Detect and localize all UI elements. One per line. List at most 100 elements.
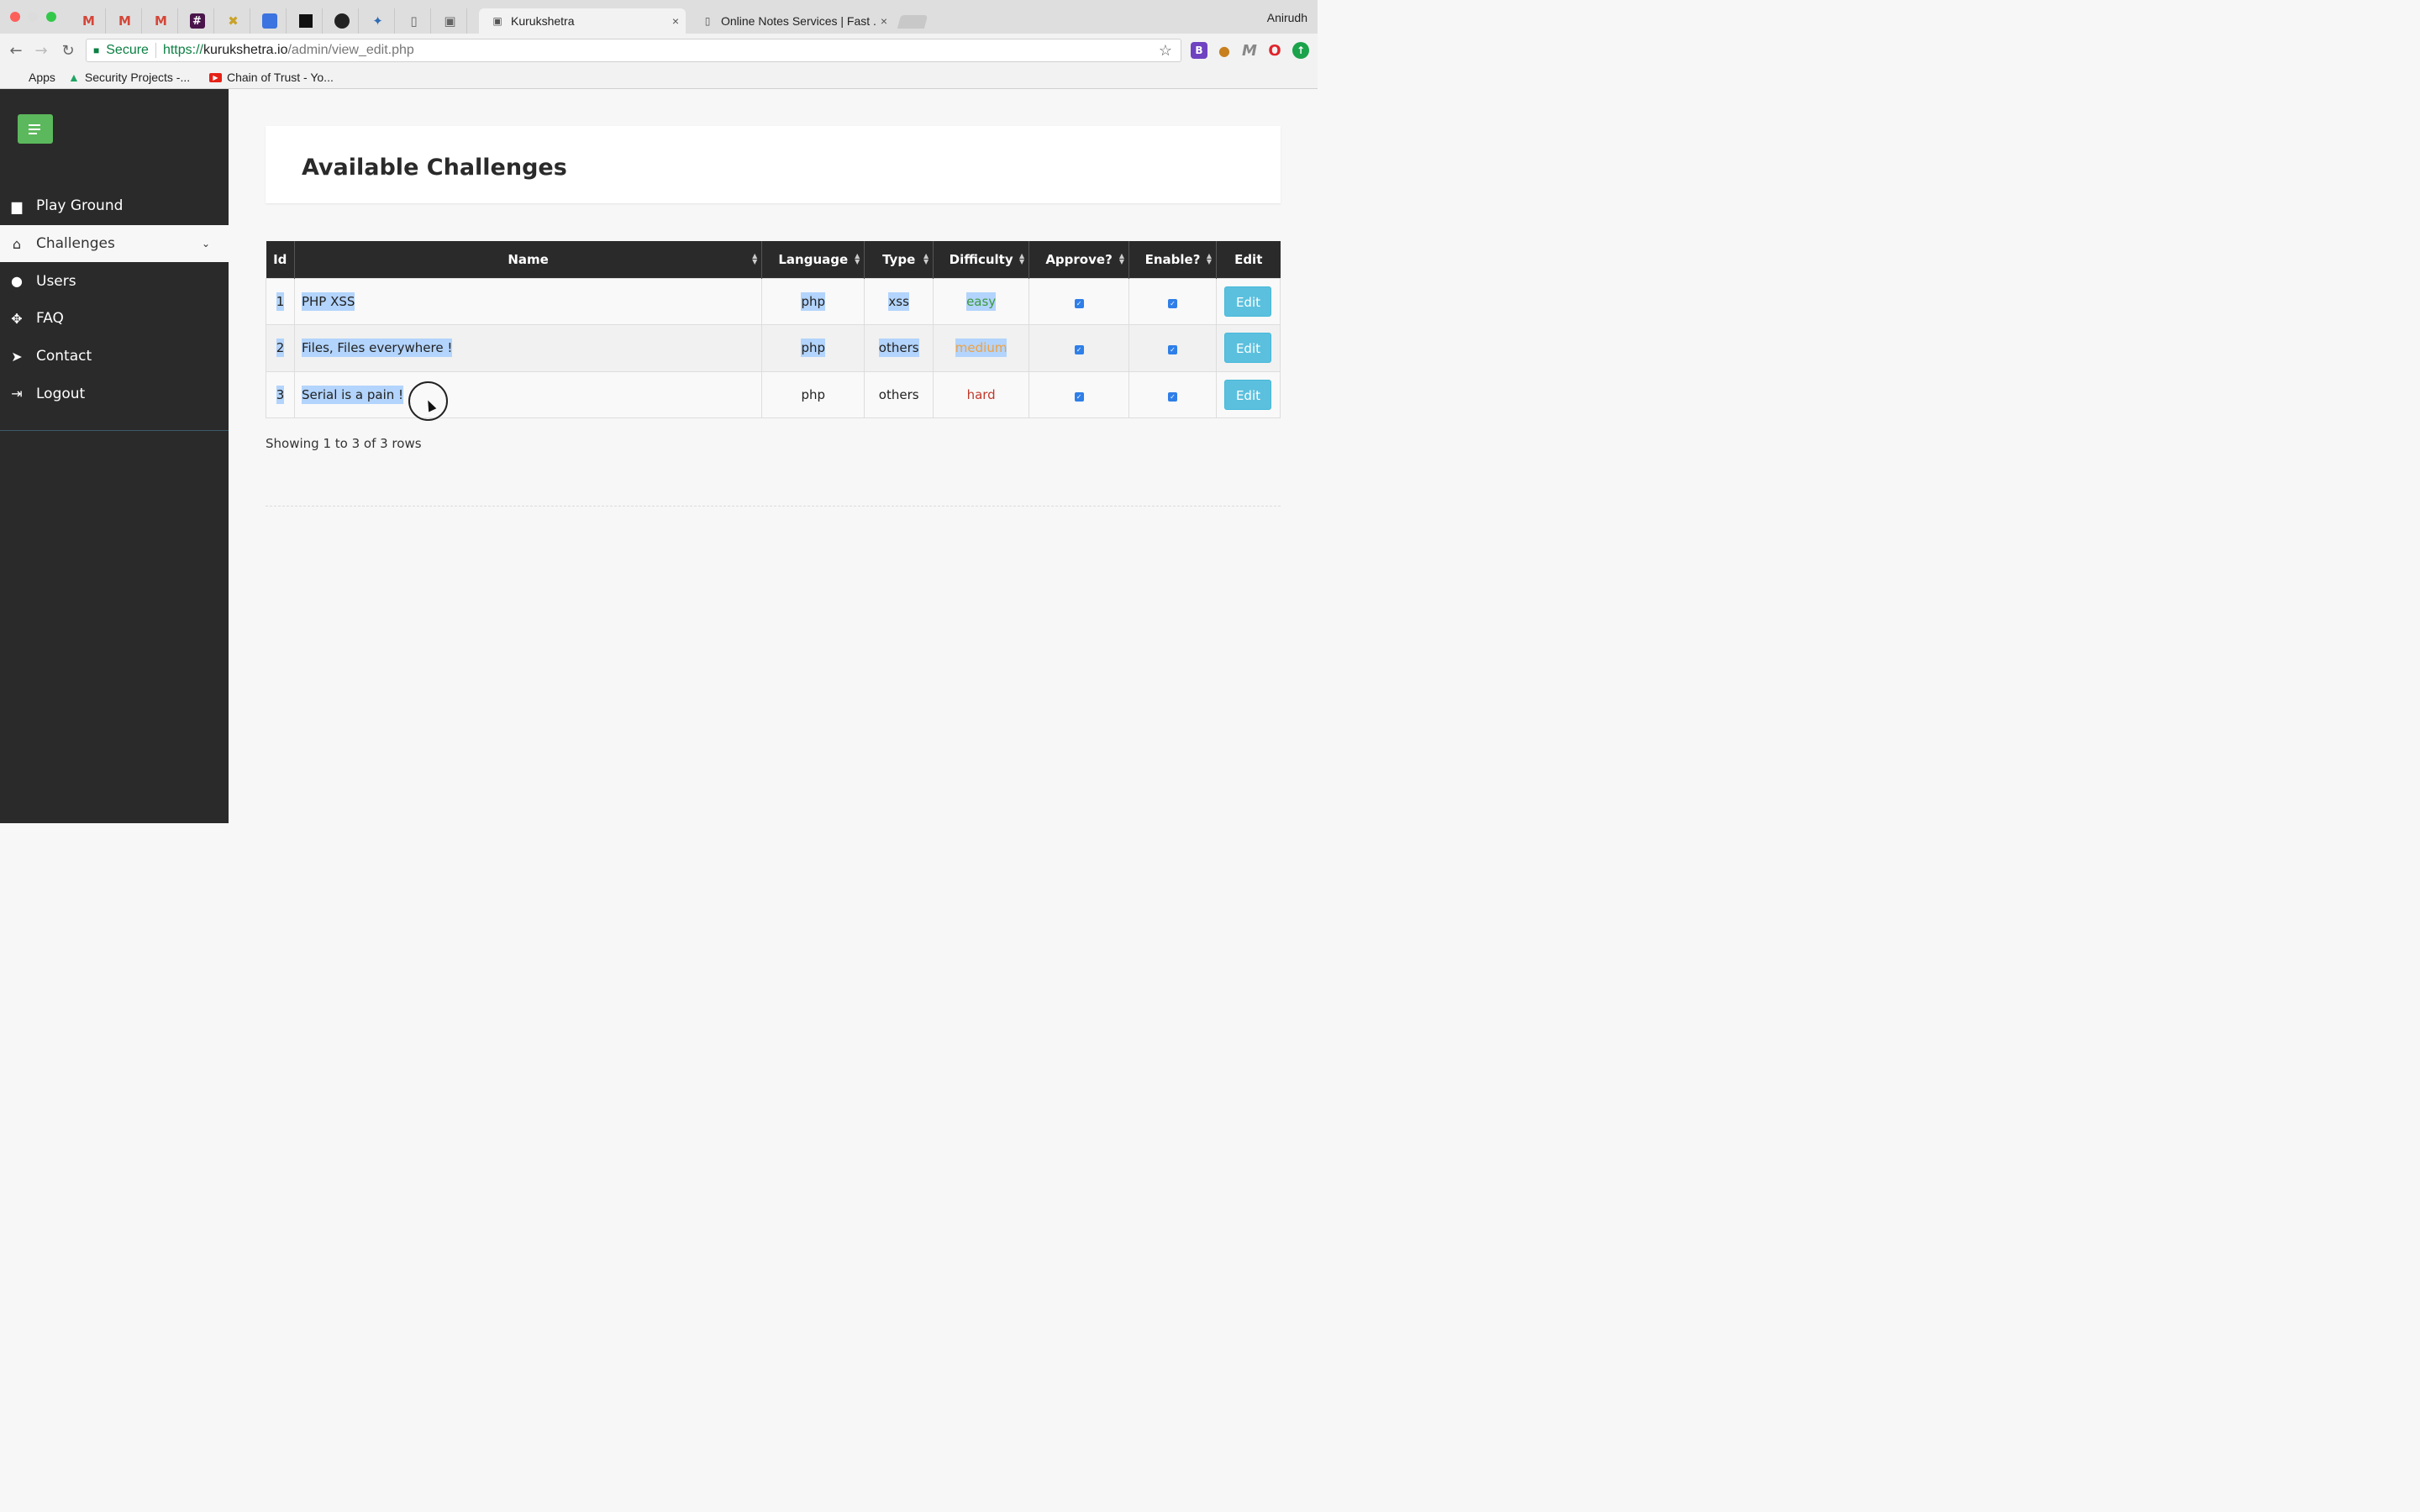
sort-icon[interactable]: ▲ ▼	[1119, 253, 1124, 265]
youtube-icon: ▶	[209, 72, 222, 82]
cell-text: 1	[276, 291, 285, 311]
column-header-edit: Edit	[1216, 241, 1281, 278]
gmail-icon[interactable]: M	[72, 8, 106, 34]
slack-icon[interactable]: #	[181, 8, 214, 34]
window-close-button[interactable]	[10, 12, 20, 22]
back-arrow-icon[interactable]: ←	[7, 41, 25, 60]
sidebar-item-challenges[interactable]: ⌂ Challenges ⌄	[0, 224, 229, 263]
close-icon[interactable]: ×	[881, 14, 887, 28]
sort-icon[interactable]: ▲ ▼	[1019, 253, 1024, 265]
close-icon[interactable]: ×	[672, 14, 679, 28]
enable-checkbox[interactable]: ✓	[1168, 298, 1177, 308]
forward-arrow-icon[interactable]: →	[32, 41, 50, 60]
column-label: Edit	[1234, 251, 1263, 267]
tab-icon[interactable]	[289, 8, 323, 34]
difficulty-label: hard	[966, 386, 996, 402]
profile-name[interactable]: Anirudh	[1267, 11, 1307, 24]
opera-icon[interactable]: O	[1266, 42, 1283, 60]
edit-button[interactable]: Edit	[1224, 333, 1272, 364]
sidebar-item-play-ground[interactable]: ▆ Play Ground	[0, 187, 229, 225]
cell-type: others	[864, 370, 934, 418]
sidebar-item-logout[interactable]: ⇥ Logout	[0, 375, 229, 412]
bookmark-label: Security Projects -...	[84, 71, 191, 84]
chevron-down-icon: ⌄	[201, 238, 210, 250]
approve-checkbox[interactable]: ✓	[1074, 298, 1084, 308]
sidebar-item-faq[interactable]: ✥ FAQ	[0, 300, 229, 338]
extension-m-icon[interactable]: M	[1241, 42, 1258, 60]
difficulty-label: medium	[955, 339, 1007, 358]
approve-checkbox[interactable]: ✓	[1074, 391, 1084, 402]
tab-online-notes[interactable]: ▯ Online Notes Services | Fast . F ×	[689, 8, 894, 34]
column-header-enable[interactable]: Enable? ▲ ▼	[1128, 241, 1217, 278]
reload-icon[interactable]: ↻	[59, 41, 77, 60]
cell-approve: ✓	[1028, 277, 1130, 325]
sidebar-item-label: Logout	[36, 385, 86, 402]
column-header-name[interactable]: Name ▲ ▼	[294, 241, 763, 278]
bookmark-star-icon[interactable]: ☆	[1159, 42, 1172, 60]
sidebar-item-label: Challenges	[36, 235, 115, 253]
gmail-icon[interactable]: M	[145, 8, 178, 34]
bookmark-chain-of-trust[interactable]: ▶ Chain of Trust - Yo...	[209, 71, 334, 84]
gmail-icon[interactable]: M	[108, 8, 142, 34]
lock-icon: ■	[93, 45, 100, 56]
sort-icon[interactable]: ▲ ▼	[923, 253, 929, 265]
sidebar-item-users[interactable]: ● Users	[0, 262, 229, 300]
window-minimize-button[interactable]	[28, 12, 38, 22]
cookie-icon[interactable]: ●	[1216, 42, 1233, 59]
enable-checkbox[interactable]: ✓	[1168, 391, 1177, 402]
new-tab-button[interactable]	[897, 15, 929, 29]
cell-language: php	[761, 324, 865, 372]
tab-title: Kurukshetra	[511, 14, 575, 28]
address-bar[interactable]: ■ Secure https://kurukshetra.io/admin/vi…	[86, 39, 1181, 62]
tab-icon[interactable]: ✖	[217, 8, 250, 34]
document-icon[interactable]: ▯	[397, 8, 431, 34]
tab-title: Online Notes Services | Fast . F	[721, 14, 881, 28]
cell-text: php	[801, 339, 826, 358]
github-icon[interactable]	[325, 8, 359, 34]
menu-toggle-button[interactable]	[18, 114, 53, 144]
cell-text: 3	[276, 385, 285, 404]
cell-edit: Edit	[1215, 370, 1281, 418]
upload-icon[interactable]: ↑	[1292, 42, 1309, 59]
tab-kurukshetra[interactable]: ▣ Kurukshetra ×	[479, 8, 686, 34]
cell-name: Files, Files everywhere !	[293, 324, 763, 372]
column-label: Language	[778, 251, 849, 267]
cell-id: 3	[266, 370, 295, 418]
column-header-id[interactable]: Id	[266, 241, 295, 278]
bookmark-security-projects[interactable]: ▲ Security Projects -...	[68, 71, 190, 84]
sort-icon[interactable]: ▲ ▼	[1207, 253, 1212, 265]
cell-enable: ✓	[1128, 370, 1217, 418]
tab-icon[interactable]	[253, 8, 287, 34]
cell-type: xss	[864, 277, 934, 325]
approve-checkbox[interactable]: ✓	[1074, 345, 1084, 355]
url-scheme: https://	[162, 43, 203, 57]
column-header-language[interactable]: Language ▲ ▼	[761, 241, 865, 278]
extension-b-icon[interactable]: B	[1191, 42, 1207, 59]
table-row: 1 PHP XSS php xss easy ✓ ✓ Edit	[266, 277, 1281, 325]
column-header-difficulty[interactable]: Difficulty ▲ ▼	[933, 241, 1030, 278]
column-label: Type	[882, 251, 916, 267]
security-label: Secure	[106, 43, 156, 58]
page-icon: ▣	[492, 15, 502, 27]
cell-difficulty: medium	[933, 324, 1030, 372]
enable-checkbox[interactable]: ✓	[1168, 345, 1177, 355]
edit-button[interactable]: Edit	[1224, 379, 1272, 410]
cell-text: php	[801, 291, 826, 311]
cell-enable: ✓	[1128, 324, 1217, 372]
column-header-approve[interactable]: Approve? ▲ ▼	[1028, 241, 1130, 278]
bookmark-apps[interactable]: Apps	[12, 71, 55, 84]
tab-icon[interactable]: ▣	[434, 8, 467, 34]
sidebar-item-contact[interactable]: ➤ Contact	[0, 338, 229, 375]
cell-approve: ✓	[1028, 370, 1130, 418]
cell-edit: Edit	[1215, 324, 1281, 372]
bookmark-label: Chain of Trust - Yo...	[227, 71, 334, 84]
sort-icon[interactable]: ▲ ▼	[855, 253, 860, 265]
window-maximize-button[interactable]	[46, 12, 56, 22]
cell-text: xss	[888, 291, 909, 311]
edit-button[interactable]: Edit	[1224, 286, 1272, 317]
cell-text: Files, Files everywhere !	[301, 339, 453, 358]
page-header-panel: Available Challenges	[266, 126, 1281, 203]
sort-icon[interactable]: ▲ ▼	[752, 253, 757, 265]
tab-icon[interactable]: ✦	[361, 8, 395, 34]
column-header-type[interactable]: Type ▲ ▼	[864, 241, 934, 278]
